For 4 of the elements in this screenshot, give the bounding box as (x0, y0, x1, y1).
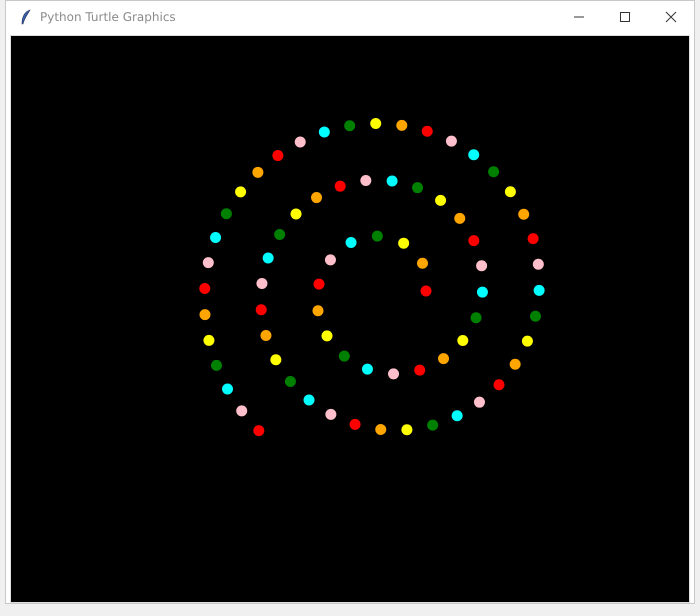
close-icon (665, 11, 677, 23)
feather-icon (20, 9, 32, 25)
window-title: Python Turtle Graphics (40, 10, 176, 24)
maximize-icon (619, 11, 631, 23)
